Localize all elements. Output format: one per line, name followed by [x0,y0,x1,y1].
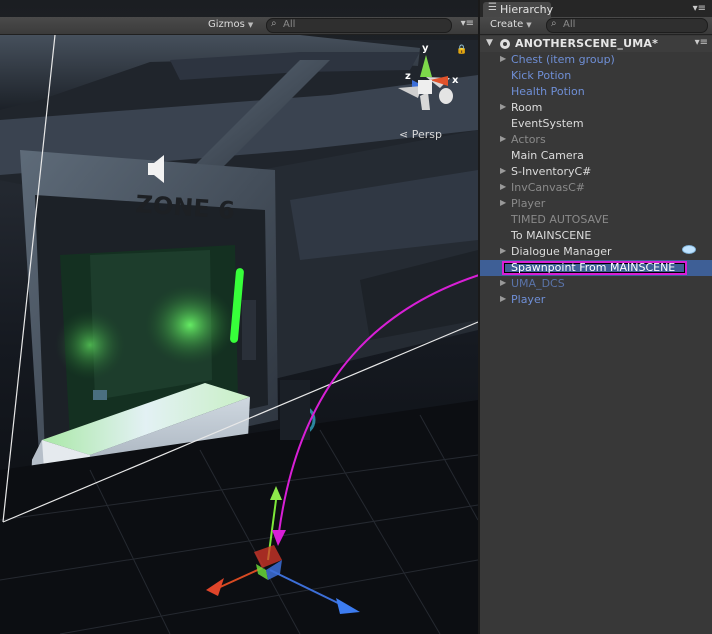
hierarchy-item-label: Chest (item group) [511,53,615,66]
persp-label[interactable]: ⋖ Persp [399,128,442,141]
hierarchy-item[interactable]: ▶ Player [480,196,712,212]
scene-root-row[interactable]: ▼ ANOTHERSCENE_UMA* ▾≡ [480,36,712,52]
hierarchy-item[interactable]: ▶ Actors [480,132,712,148]
hierarchy-item[interactable]: Kick Potion [480,68,712,84]
chevron-down-icon: ▼ [526,21,532,29]
gizmo-badge-icon [682,245,696,254]
hierarchy-item-label: S-InventoryC# [511,165,592,178]
create-dropdown[interactable]: Create ▼ [490,19,532,30]
hierarchy-item[interactable]: Health Potion [480,84,712,100]
hierarchy-item[interactable]: ▶ UMA_DCS [480,276,712,292]
unity-scene-icon [500,39,510,49]
hierarchy-item-label: Room [511,101,543,114]
hierarchy-item-label: Spawnpoint From MAINSCENE [511,261,676,274]
lock-icon[interactable]: 🔒 [456,45,467,55]
expand-arrow-icon[interactable]: ▶ [500,166,506,175]
axis-label-x: x [452,75,459,86]
hierarchy-item[interactable]: ▶ Chest (item group) [480,52,712,68]
panel-menu-icon[interactable]: ▾≡ [693,3,706,14]
hierarchy-item[interactable]: Spawnpoint From MAINSCENE [480,260,712,276]
hierarchy-item[interactable]: ▶ S-InventoryC# [480,164,712,180]
hierarchy-item[interactable]: EventSystem [480,116,712,132]
expand-arrow-icon[interactable]: ▶ [500,102,506,111]
scene-name: ANOTHERSCENE_UMA* [515,37,659,50]
scene-menu-icon[interactable]: ▾≡ [695,37,708,48]
tab-hierarchy[interactable]: ☰ Hierarchy [483,2,554,17]
hierarchy-item[interactable]: Main Camera [480,148,712,164]
hierarchy-list-icon: ☰ [488,2,497,13]
axis-label-y: y [422,43,429,54]
hierarchy-item-label: Kick Potion [511,69,572,82]
fold-arrow-icon[interactable]: ▼ [486,38,493,48]
expand-arrow-icon[interactable]: ▶ [500,182,506,191]
hierarchy-item-label: Main Camera [511,149,584,162]
expand-arrow-icon[interactable]: ▶ [500,134,506,143]
hierarchy-item-label: Player [511,293,546,306]
expand-arrow-icon[interactable]: ▶ [500,246,506,255]
search-icon: ⌕ [271,18,277,29]
expand-arrow-icon[interactable]: ▶ [500,294,506,303]
axis-label-z: z [405,71,411,82]
hierarchy-item-label: TIMED AUTOSAVE [511,213,609,226]
scene-view[interactable]: Gizmos ▼ ⌕ All ▾≡ ZONE 6 y x z ⋖ Persp 🔒 [0,0,478,634]
hierarchy-tab-strip: ☰ Hierarchy ▾≡ [480,0,712,17]
search-icon: ⌕ [551,18,557,29]
tab-hierarchy-label: Hierarchy [500,3,554,16]
perspective-icon: ⋖ [399,128,409,141]
expand-arrow-icon[interactable]: ▶ [500,198,506,207]
scene-toolbar: Gizmos ▼ ⌕ All ▾≡ [0,17,478,35]
hierarchy-item-label: Actors [511,133,546,146]
hierarchy-item-label: To MAINSCENE [511,229,592,242]
search-placeholder: All [283,19,296,30]
gizmos-dropdown[interactable]: Gizmos ▼ [208,19,253,30]
hierarchy-item[interactable]: ▶ Room [480,100,712,116]
hierarchy-item[interactable]: TIMED AUTOSAVE [480,212,712,228]
search-placeholder: All [563,19,576,30]
expand-arrow-icon[interactable]: ▶ [500,278,506,287]
unity-editor-window: Gizmos ▼ ⌕ All ▾≡ ZONE 6 y x z ⋖ Persp 🔒… [0,0,712,634]
hierarchy-panel: ☰ Hierarchy ▾≡ Create ▼ ⌕ All ▼ ANOTHERSC… [478,0,712,634]
hierarchy-item[interactable]: ▶ Dialogue Manager [480,244,712,260]
hierarchy-toolbar: Create ▼ ⌕ All [480,17,712,35]
chevron-down-icon: ▼ [247,21,254,29]
scene-search-input[interactable]: ⌕ All [266,18,452,33]
hierarchy-item-label: InvCanvasC# [511,181,585,194]
hierarchy-item-label: Player [511,197,546,210]
hierarchy-item-label: Health Potion [511,85,585,98]
scene-render: ZONE 6 y x z [0,35,478,634]
hierarchy-item-label: UMA_DCS [511,277,565,290]
expand-arrow-icon[interactable]: ▶ [500,54,506,63]
hierarchy-item-label: EventSystem [511,117,584,130]
hierarchy-item[interactable]: ▶ InvCanvasC# [480,180,712,196]
hierarchy-item-label: Dialogue Manager [511,245,612,258]
hierarchy-item[interactable]: To MAINSCENE [480,228,712,244]
hierarchy-item[interactable]: ▶ Player [480,292,712,308]
hierarchy-search-input[interactable]: ⌕ All [546,18,708,33]
panel-menu-icon[interactable]: ▾≡ [461,18,474,29]
